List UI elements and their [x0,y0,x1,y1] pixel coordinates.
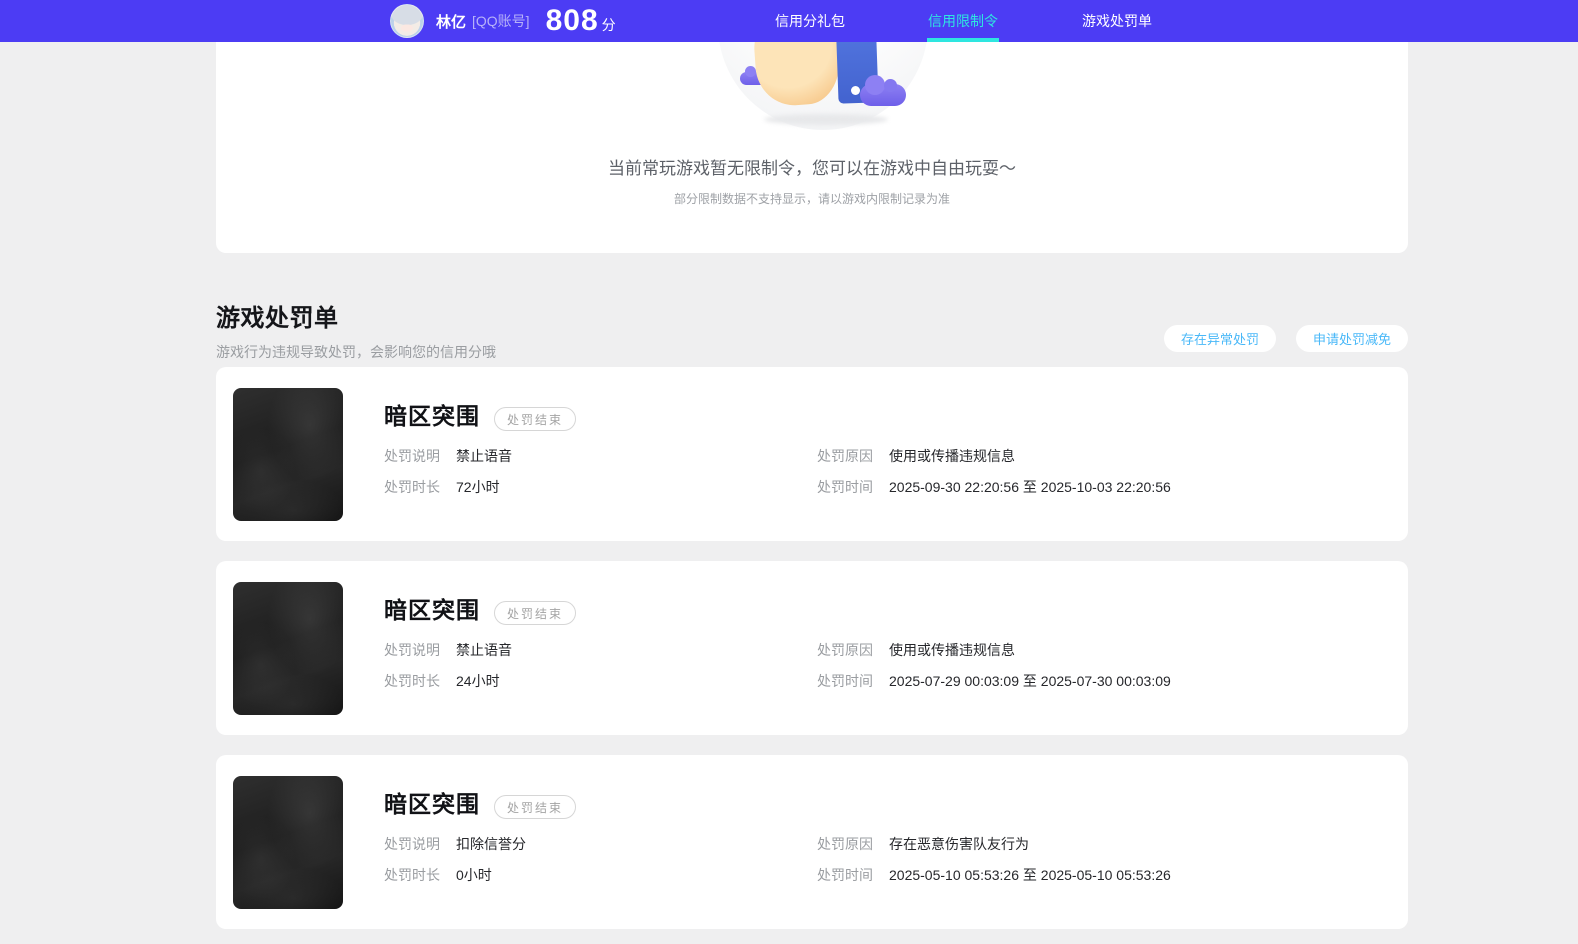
penalty-reason-field: 处罚原因 使用或传播违规信息 [817,446,1015,466]
field-value: 使用或传播违规信息 [889,642,1015,658]
field-label: 处罚时间 [817,479,873,495]
field-value: 使用或传播违规信息 [889,448,1015,464]
penalty-duration-field: 处罚时长 24小时 [384,671,500,691]
penalty-card: 暗区突围 处罚结束 处罚说明 扣除信誉分 处罚时长 0小时 处罚原因 存在恶意伤… [216,755,1408,929]
game-thumbnail [233,776,343,909]
restriction-note: 部分限制数据不支持显示，请以游戏内限制记录为准 [673,192,950,206]
status-badge: 处罚结束 [494,407,577,431]
field-label: 处罚说明 [384,448,440,464]
game-title: 暗区突围 [384,597,480,623]
status-badge: 处罚结束 [494,601,577,625]
penalty-desc-field: 处罚说明 禁止语音 [384,446,512,466]
field-value: 存在恶意伤害队友行为 [889,836,1029,852]
field-label: 处罚原因 [817,642,873,658]
field-value: 0小时 [456,867,492,883]
penalty-reason-field: 处罚原因 存在恶意伤害队友行为 [817,834,1029,854]
abnormal-penalty-button[interactable]: 存在异常处罚 [1163,325,1276,352]
top-navbar: 林亿 [QQ账号] 808 分 信用分礼包 信用限制令 游戏处罚单 [0,0,1578,42]
credit-score-unit: 分 [601,17,616,33]
no-restriction-message: 当前常玩游戏暂无限制令，您可以在游戏中自由玩耍～ [608,159,1016,178]
dot-icon [851,86,860,95]
field-value: 2025-09-30 22:20:56 至 2025-10-03 22:20:5… [889,479,1171,495]
penalty-duration-field: 处罚时长 72小时 [384,477,500,497]
credit-score: 808 [545,4,599,37]
status-badge: 处罚结束 [494,795,577,819]
field-value: 扣除信誉分 [456,836,526,852]
field-value: 禁止语音 [456,642,512,658]
field-label: 处罚时长 [384,867,440,883]
game-thumbnail [233,582,343,715]
tab-credit-restriction-label: 信用限制令 [928,13,998,29]
user-info: 林亿 [QQ账号] 808 分 [390,0,616,42]
restriction-panel: 当前常玩游戏暂无限制令，您可以在游戏中自由玩耍～ 部分限制数据不支持显示，请以游… [216,42,1408,253]
penalty-section-header: 游戏处罚单 游戏行为违规导致处罚，会影响您的信用分哦 存在异常处罚 申请处罚减免 [216,298,1408,360]
game-thumbnail [233,388,343,521]
field-label: 处罚时长 [384,673,440,689]
penalty-duration-field: 处罚时长 0小时 [384,865,492,885]
field-value: 2025-07-29 00:03:09 至 2025-07-30 00:03:0… [889,673,1171,689]
field-label: 处罚原因 [817,836,873,852]
penalty-desc-field: 处罚说明 禁止语音 [384,640,512,660]
illustration-shadow [764,114,888,125]
penalty-time-field: 处罚时间 2025-09-30 22:20:56 至 2025-10-03 22… [817,477,1171,497]
field-label: 处罚时长 [384,479,440,495]
penalty-time-field: 处罚时间 2025-07-29 00:03:09 至 2025-07-30 00… [817,671,1171,691]
penalty-relief-button[interactable]: 申请处罚减免 [1295,325,1408,352]
field-label: 处罚原因 [817,448,873,464]
penalty-time-field: 处罚时间 2025-05-10 05:53:26 至 2025-05-10 05… [817,865,1171,885]
penalty-card: 暗区突围 处罚结束 处罚说明 禁止语音 处罚时长 24小时 处罚原因 使用或传播… [216,561,1408,735]
field-label: 处罚说明 [384,836,440,852]
user-avatar[interactable] [390,4,424,38]
account-type-label: [QQ账号] [472,13,530,29]
penalty-desc-field: 处罚说明 扣除信誉分 [384,834,526,854]
game-title: 暗区突围 [384,791,480,817]
user-name: 林亿 [436,13,467,31]
header-actions: 存在异常处罚 申请处罚减免 [1163,325,1408,352]
tab-credit-restriction[interactable]: 信用限制令 [927,0,999,42]
cloud-icon [860,75,906,106]
field-label: 处罚时间 [817,867,873,883]
field-value: 2025-05-10 05:53:26 至 2025-05-10 05:53:2… [889,867,1171,883]
field-value: 72小时 [456,479,500,495]
field-label: 处罚时间 [817,673,873,689]
tab-penalty-list[interactable]: 游戏处罚单 [1082,0,1152,42]
field-value: 24小时 [456,673,500,689]
tab-credit-gift[interactable]: 信用分礼包 [775,0,845,42]
field-label: 处罚说明 [384,642,440,658]
penalty-reason-field: 处罚原因 使用或传播违规信息 [817,640,1015,660]
field-value: 禁止语音 [456,448,512,464]
game-title: 暗区突围 [384,403,480,429]
penalty-card: 暗区突围 处罚结束 处罚说明 禁止语音 处罚时长 72小时 处罚原因 使用或传播… [216,367,1408,541]
